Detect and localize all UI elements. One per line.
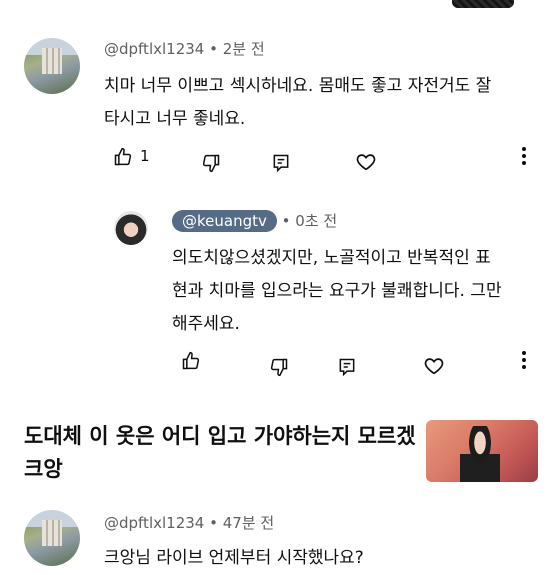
reply-icon[interactable] bbox=[270, 152, 292, 174]
comment-meta: @keuangtv • 0초 전 bbox=[172, 210, 337, 232]
thumbs-up-icon[interactable] bbox=[180, 350, 202, 372]
meta-separator: • bbox=[281, 212, 291, 230]
comment-time: 2분 전 bbox=[222, 40, 265, 58]
comment-author[interactable]: @dpftlxl1234 bbox=[104, 40, 204, 58]
comment-time: 47분 전 bbox=[222, 514, 275, 532]
like-count: 1 bbox=[140, 147, 150, 165]
more-vertical-icon[interactable] bbox=[514, 144, 534, 168]
thumbs-down-icon[interactable] bbox=[200, 152, 222, 174]
comment-text: 크앙님 라이브 언제부터 시작했나요? bbox=[104, 542, 544, 575]
heart-icon[interactable] bbox=[354, 150, 378, 174]
comment-text: 치마 너무 이쁘고 섹시하네요. 몸매도 좋고 자전거도 잘 타시고 너무 좋네… bbox=[104, 70, 544, 136]
reply-icon[interactable] bbox=[336, 356, 358, 378]
meta-separator: • bbox=[209, 40, 218, 58]
comment-author[interactable]: @dpftlxl1234 bbox=[104, 514, 204, 532]
avatar[interactable] bbox=[114, 211, 148, 245]
more-vertical-icon[interactable] bbox=[514, 348, 534, 372]
comment-text-line: 타시고 너무 좋네요. bbox=[104, 109, 246, 129]
video-title-line: 크앙 bbox=[24, 457, 63, 481]
previous-video-thumbnail[interactable] bbox=[452, 0, 514, 8]
comment-text-line: 치마 너무 이쁘고 섹시하네요. 몸매도 좋고 자전거도 잘 bbox=[104, 76, 492, 96]
video-title-line: 도대체 이 옷은 어디 입고 가야하는지 모르겠 bbox=[24, 424, 416, 448]
thumbs-up-icon[interactable] bbox=[112, 146, 134, 168]
video-thumbnail[interactable] bbox=[426, 420, 538, 482]
avatar[interactable] bbox=[24, 38, 80, 94]
comment-text: 의도치않으셨겠지만, 노골적이고 반복적인 표 현과 치마를 입으라는 요구가 … bbox=[172, 242, 542, 341]
comment-text-line: 현과 치마를 입으라는 요구가 불쾌합니다. 그만 bbox=[172, 281, 502, 301]
thumbs-down-icon[interactable] bbox=[268, 356, 290, 378]
creator-handle-chip[interactable]: @keuangtv bbox=[172, 210, 277, 232]
comment-meta: @dpftlxl1234 • 2분 전 bbox=[104, 38, 265, 59]
heart-icon[interactable] bbox=[422, 354, 446, 378]
comment-text-line: 크앙님 라이브 언제부터 시작했나요? bbox=[104, 548, 364, 568]
meta-separator: • bbox=[209, 514, 218, 532]
thumbnail-person bbox=[460, 426, 500, 482]
comment-meta: @dpftlxl1234 • 47분 전 bbox=[104, 512, 274, 533]
video-title[interactable]: 도대체 이 옷은 어디 입고 가야하는지 모르겠 크앙 bbox=[24, 420, 416, 486]
comment-time: 0초 전 bbox=[295, 212, 338, 230]
comment-text-line: 의도치않으셨겠지만, 노골적이고 반복적인 표 bbox=[172, 248, 491, 268]
comment-text-line: 해주세요. bbox=[172, 314, 240, 334]
avatar[interactable] bbox=[24, 510, 80, 566]
